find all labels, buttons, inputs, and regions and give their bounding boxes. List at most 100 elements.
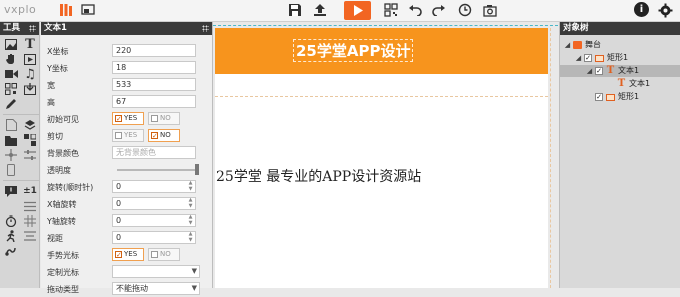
drag-type-select[interactable]: 不能拖动 ▼: [112, 282, 200, 295]
hand-tool-icon[interactable]: [3, 52, 19, 66]
visibility-checkbox[interactable]: ✓: [595, 93, 603, 101]
component-icon[interactable]: [22, 133, 38, 147]
info-icon[interactable]: i: [634, 2, 649, 17]
rotate-row: 旋转(顺时针) 0 ▲ ▼: [41, 179, 213, 195]
undo-icon[interactable]: [407, 2, 423, 18]
stepper-icon[interactable]: ▲ ▼: [187, 180, 194, 192]
text-layer-icon: T: [606, 65, 615, 76]
tree-item-shape1[interactable]: ◢ ✓ 矩形1: [560, 52, 680, 64]
video-camera-icon[interactable]: [3, 67, 19, 81]
counter-icon[interactable]: ±1: [22, 184, 38, 198]
screenshot-icon[interactable]: [482, 2, 498, 18]
checkbox-icon: ✓: [151, 132, 158, 140]
x-rotate-input[interactable]: 0 ▲ ▼: [112, 197, 196, 210]
stepper-icon[interactable]: ▲ ▼: [187, 231, 194, 243]
folder-icon[interactable]: [3, 133, 19, 147]
tree-item-text1[interactable]: ◢ ✓ T 文本1: [560, 65, 680, 77]
save-icon[interactable]: [287, 2, 303, 18]
comment-icon[interactable]: [3, 184, 19, 198]
object-tree-header: 对象树: [560, 22, 680, 35]
clip-no-option[interactable]: ✓ NO: [148, 129, 180, 142]
sliders-icon[interactable]: [22, 148, 38, 162]
y-rotate-input[interactable]: 0 ▲ ▼: [112, 214, 196, 227]
custom-cursor-row: 定制光标 ▼: [41, 264, 213, 280]
header-banner-shape[interactable]: 25学堂APP设计: [215, 28, 548, 74]
text-layer-icon: T: [617, 78, 626, 89]
pin-icon[interactable]: [3, 148, 19, 162]
music-icon[interactable]: ♫: [22, 67, 38, 82]
stepper-icon[interactable]: ▲ ▼: [187, 197, 194, 209]
object-tree-panel: 对象树 ◢ 舞台 ◢ ✓ 矩形1 ◢ ✓ T 文本1 T 文本1 ✓ 矩形1: [559, 22, 680, 288]
stage-icon: [573, 41, 582, 49]
align-icon[interactable]: [22, 229, 38, 243]
bg-color-label: 背景颜色: [47, 149, 79, 158]
expand-icon[interactable]: ◢: [585, 66, 594, 76]
hand-cursor-row: 手势光标 ✓ YES NO: [41, 247, 213, 263]
canvas-area: 25学堂APP设计 25学堂 最专业的APP设计资源站: [213, 22, 558, 288]
opacity-slider-thumb[interactable]: [195, 164, 199, 175]
tree-item-text1-child[interactable]: T 文本1: [560, 78, 680, 90]
phone-icon[interactable]: [3, 163, 19, 177]
play-button[interactable]: [344, 1, 371, 20]
tree-item-stage[interactable]: ◢ 舞台: [560, 39, 680, 51]
guide-line: [213, 25, 558, 26]
checkbox-icon: [151, 251, 158, 258]
library-icon[interactable]: [58, 2, 74, 18]
y-position-row: Y坐标 18: [41, 60, 213, 76]
x-position-input[interactable]: 220: [112, 44, 196, 57]
person-run-icon[interactable]: [3, 229, 19, 243]
stepper-icon[interactable]: ▲ ▼: [187, 214, 194, 226]
expand-icon[interactable]: ◢: [563, 40, 572, 50]
hand-cursor-yes-option[interactable]: ✓ YES: [112, 248, 144, 261]
visibility-checkbox[interactable]: ✓: [584, 54, 592, 62]
main-text-element[interactable]: 25学堂 最专业的APP设计资源站: [216, 166, 421, 186]
hand-cursor-no-option[interactable]: NO: [148, 248, 180, 261]
preview-window-icon[interactable]: [80, 2, 96, 18]
timer-icon[interactable]: [3, 214, 19, 228]
grid-icon[interactable]: [22, 214, 38, 228]
pen-icon[interactable]: [3, 97, 19, 111]
width-label: 宽: [47, 81, 55, 90]
gesture-icon[interactable]: [3, 244, 19, 258]
settings-icon[interactable]: [657, 2, 673, 18]
text-tool-icon[interactable]: T: [22, 37, 38, 52]
tree-item-shape1b[interactable]: ✓ 矩形1: [560, 91, 680, 103]
opacity-row: 透明度: [41, 162, 213, 178]
initial-visible-no-option[interactable]: NO: [148, 112, 180, 125]
video-box-icon[interactable]: [22, 52, 38, 66]
list-icon[interactable]: [22, 199, 38, 213]
qrcode-tool-icon[interactable]: [3, 82, 19, 96]
publish-icon[interactable]: [312, 2, 328, 18]
stage-page[interactable]: 25学堂APP设计 25学堂 最专业的APP设计资源站: [215, 28, 548, 288]
history-icon[interactable]: [457, 2, 473, 18]
import-icon[interactable]: [22, 82, 38, 96]
width-input[interactable]: 533: [112, 78, 196, 91]
perspective-input[interactable]: 0 ▲ ▼: [112, 231, 196, 244]
perspective-row: 视距 0 ▲ ▼: [41, 230, 213, 246]
object-tree-title: 对象树: [563, 23, 589, 33]
opacity-slider-track[interactable]: [117, 169, 197, 171]
checkbox-icon: ✓: [115, 115, 122, 123]
checkbox-icon: [151, 115, 158, 122]
grip-icon[interactable]: [202, 25, 209, 32]
grip-icon[interactable]: [29, 25, 36, 32]
image-tool-icon[interactable]: [3, 37, 19, 51]
banner-title-text[interactable]: 25学堂APP设计: [293, 39, 414, 62]
initial-visible-yes-option[interactable]: ✓ YES: [112, 112, 144, 125]
qrcode-icon[interactable]: [383, 2, 399, 18]
bg-color-input[interactable]: 无背景颜色: [112, 146, 196, 159]
y-rotate-label: Y轴旋转: [47, 217, 76, 226]
checkbox-icon: ✓: [115, 251, 122, 259]
expand-icon[interactable]: ◢: [574, 53, 583, 63]
clip-yes-option[interactable]: YES: [112, 129, 144, 142]
chevron-down-icon: ▼: [191, 267, 197, 275]
layers-icon[interactable]: [22, 118, 38, 132]
custom-cursor-select[interactable]: ▼: [112, 265, 200, 278]
height-input[interactable]: 67: [112, 95, 196, 108]
visibility-checkbox[interactable]: ✓: [595, 67, 603, 75]
redo-icon[interactable]: [431, 2, 447, 18]
page-tool-icon[interactable]: [3, 118, 19, 132]
clip-row: 剪切 YES ✓ NO: [41, 128, 213, 144]
y-position-input[interactable]: 18: [112, 61, 196, 74]
rotate-input[interactable]: 0 ▲ ▼: [112, 180, 196, 193]
